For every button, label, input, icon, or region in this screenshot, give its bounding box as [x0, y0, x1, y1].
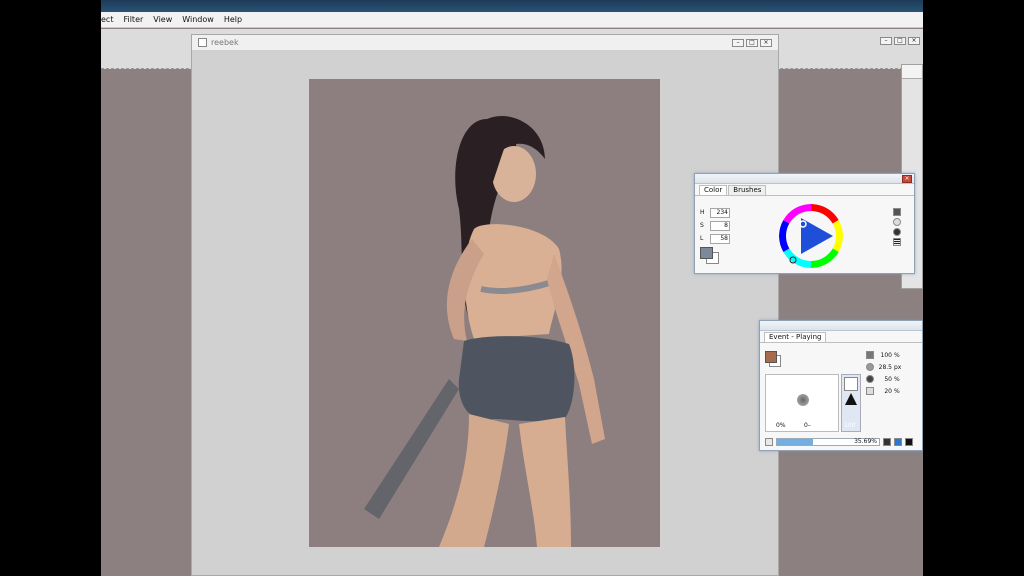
- tab-event-playing[interactable]: Event - Playing: [764, 332, 827, 342]
- size-icon: [866, 363, 874, 371]
- brush-color-swatches: [765, 351, 781, 367]
- menu-item-help[interactable]: Help: [224, 15, 242, 24]
- lightness-row: L 58: [700, 232, 730, 245]
- maximize-button[interactable]: □: [894, 37, 906, 45]
- tab-color[interactable]: Color: [699, 185, 728, 195]
- hsl-fields: H 234 S 8 L 58: [700, 206, 730, 265]
- menu-item-select[interactable]: ect: [101, 15, 113, 24]
- menu-item-window[interactable]: Window: [182, 15, 214, 24]
- foreground-color-swatch[interactable]: [700, 247, 713, 259]
- mode-button-circle[interactable]: [893, 228, 901, 236]
- brush-tip-preview: [797, 394, 809, 406]
- size-readout: 0–: [804, 422, 811, 429]
- color-panel-tabs: Color Brushes: [695, 184, 914, 196]
- color-panel: × Color Brushes H 234 S 8 L 58: [694, 173, 915, 274]
- hardness-icon: [866, 375, 874, 383]
- setting-hardness[interactable]: 50 %: [866, 373, 923, 385]
- saturation-row: S 8: [700, 219, 730, 232]
- size-unit: px: [894, 363, 902, 371]
- color-wheel[interactable]: [779, 204, 843, 270]
- brush-settings: 100 % 28.5 px 50 % 20 %: [866, 349, 923, 397]
- hardness-value[interactable]: 50: [876, 376, 892, 383]
- lightness-label: L: [700, 235, 704, 242]
- setting-opacity[interactable]: 100 %: [866, 349, 923, 361]
- close-button[interactable]: ×: [908, 37, 920, 45]
- document-titlebar[interactable]: reebek – □ ×: [192, 35, 778, 51]
- document-window-controls: – □ ×: [732, 38, 772, 47]
- brush-type-column: 100: [841, 374, 861, 432]
- setting-size[interactable]: 28.5 px: [866, 361, 923, 373]
- tab-brushes[interactable]: Brushes: [728, 185, 767, 195]
- document-title: reebek: [211, 38, 239, 47]
- workspace-window-controls: – □ ×: [880, 37, 920, 45]
- doc-minimize-button[interactable]: –: [732, 38, 744, 47]
- playback-progress[interactable]: 35.69%: [776, 437, 880, 446]
- brush-panel-titlebar[interactable]: [760, 321, 922, 331]
- hardness-unit: %: [894, 375, 900, 383]
- brush-pen-icon[interactable]: [844, 377, 858, 391]
- playback-progress-label: 35.69%: [854, 437, 877, 445]
- brush-panel: Event - Playing 0% 0– 100 100 % 28.5 px …: [759, 320, 923, 451]
- brush-cone-icon[interactable]: [845, 393, 857, 405]
- brush-preview: 0% 0–: [765, 374, 839, 432]
- doc-maximize-button[interactable]: □: [746, 38, 758, 47]
- hue-label: H: [700, 209, 705, 216]
- hue-row: H 234: [700, 206, 730, 219]
- hue-field[interactable]: 234: [710, 207, 730, 218]
- title-bar: [101, 0, 923, 12]
- color-panel-titlebar[interactable]: [695, 174, 914, 184]
- minimize-button[interactable]: –: [880, 37, 892, 45]
- size-value[interactable]: 28.5: [876, 364, 892, 371]
- opacity-icon: [866, 351, 874, 359]
- setting-spacing[interactable]: 20 %: [866, 385, 923, 397]
- doc-close-button[interactable]: ×: [760, 38, 772, 47]
- pause-icon[interactable]: [883, 437, 891, 446]
- spacing-value[interactable]: 20: [876, 388, 892, 395]
- side-window-titlebar[interactable]: [902, 65, 922, 79]
- mode-button-wheel[interactable]: [893, 218, 901, 226]
- app-screen: ect Filter View Window Help – □ × reebek…: [101, 0, 923, 576]
- lightness-field[interactable]: 58: [710, 233, 730, 244]
- playback-bar: 35.69%: [765, 436, 915, 447]
- color-swatches: [700, 247, 720, 265]
- play-icon[interactable]: [894, 437, 902, 446]
- saturation-field[interactable]: 8: [710, 220, 730, 231]
- document-icon: [198, 38, 207, 47]
- mode-button-square[interactable]: [893, 208, 901, 216]
- opacity-value[interactable]: 100: [876, 352, 892, 359]
- flow-readout: 100: [844, 422, 856, 429]
- painting-canvas[interactable]: [309, 79, 660, 547]
- spacing-icon: [866, 387, 874, 395]
- stop-icon[interactable]: [905, 437, 913, 446]
- menu-item-filter[interactable]: Filter: [123, 15, 143, 24]
- mode-button-sliders[interactable]: [893, 238, 901, 246]
- color-mode-buttons: [893, 208, 901, 246]
- figure-painting: [364, 115, 605, 547]
- menu-bar: ect Filter View Window Help: [101, 12, 923, 28]
- playback-progress-fill: [777, 438, 814, 445]
- saturation-label: S: [700, 222, 704, 229]
- color-wheel-icon: [779, 204, 843, 268]
- document-window: reebek – □ ×: [191, 34, 779, 576]
- spacing-unit: %: [894, 387, 900, 395]
- brush-panel-tabs: Event - Playing: [760, 331, 922, 343]
- record-icon[interactable]: [765, 437, 773, 446]
- menu-item-view[interactable]: View: [153, 15, 172, 24]
- color-panel-close-button[interactable]: ×: [902, 175, 912, 183]
- opacity-readout: 0%: [776, 422, 786, 429]
- brush-foreground-swatch[interactable]: [765, 351, 777, 363]
- opacity-unit: %: [894, 351, 900, 359]
